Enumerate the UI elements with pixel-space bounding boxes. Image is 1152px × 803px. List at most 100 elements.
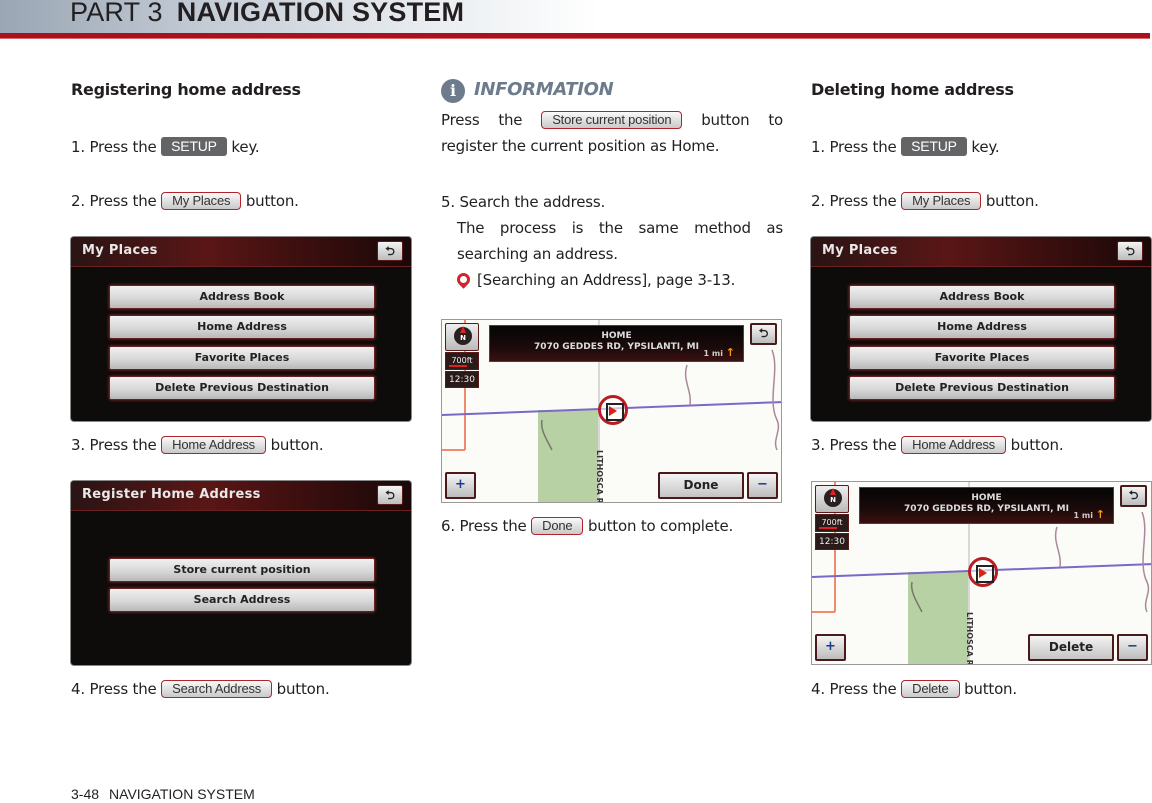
step-text: 1. Press the bbox=[811, 138, 902, 156]
step-3: 3. Press the Home Address button. bbox=[811, 435, 1064, 455]
step-3: 3. Press the Home Address button. bbox=[71, 435, 324, 455]
distance-value: 1 mi bbox=[703, 349, 723, 358]
delete-button[interactable]: Delete bbox=[1028, 634, 1114, 661]
step-2: 2. Press the My Places button. bbox=[811, 191, 1039, 211]
section-title: Deleting home address bbox=[811, 80, 1014, 99]
address-book-button[interactable]: Address Book bbox=[849, 285, 1115, 309]
favorite-places-button[interactable]: Favorite Places bbox=[109, 346, 375, 370]
step-6: 6. Press the Done button to complete. bbox=[441, 516, 733, 536]
delete-chip: Delete bbox=[901, 680, 960, 698]
page-header: PART 3 NAVIGATION SYSTEM bbox=[0, 0, 1152, 40]
back-icon[interactable]: ⮌ bbox=[377, 485, 403, 505]
zoom-in-button[interactable]: + bbox=[815, 634, 846, 661]
step-5-detail: The process is the same method as search… bbox=[457, 219, 783, 263]
address-book-button[interactable]: Address Book bbox=[109, 285, 375, 309]
screen-title: My Places bbox=[82, 243, 158, 258]
step-text: button. bbox=[1006, 436, 1064, 454]
step-1: 1. Press the SETUP key. bbox=[71, 137, 260, 157]
direction-arrow-icon: ↑ bbox=[1095, 508, 1105, 521]
compass-icon: N bbox=[454, 326, 472, 345]
back-icon[interactable]: ⮌ bbox=[750, 323, 777, 345]
step-text: 4. Press the bbox=[811, 680, 902, 698]
magnifier-minus-icon: − bbox=[1127, 639, 1138, 654]
my-places-screen: My Places ⮌ Address Book Home Address Fa… bbox=[71, 237, 411, 421]
destination-info-panel: HOME 7070 GEDDES RD, YPSILANTI, MI 1 mi … bbox=[489, 325, 744, 362]
road-trail bbox=[771, 349, 780, 451]
map-screen-done: N 700ft 12:30 HOME 7070 GEDDES RD, YPSIL… bbox=[441, 319, 782, 503]
home-address-chip: Home Address bbox=[161, 436, 266, 454]
info-heading: INFORMATION bbox=[474, 79, 614, 100]
step-4: 4. Press the Search Address button. bbox=[71, 679, 330, 699]
step-text: key. bbox=[966, 138, 1000, 156]
done-chip: Done bbox=[531, 517, 584, 535]
map-time: 12:30 bbox=[815, 533, 849, 550]
magnifier-plus-icon: + bbox=[455, 477, 466, 492]
step-text: button to complete. bbox=[583, 517, 734, 535]
back-icon[interactable]: ⮌ bbox=[1117, 241, 1143, 261]
info-text: Press the Store current position button … bbox=[441, 107, 783, 159]
zoom-in-button[interactable]: + bbox=[445, 472, 476, 499]
road-trail bbox=[1141, 511, 1150, 613]
store-current-position-chip: Store current position bbox=[541, 111, 683, 129]
map-cursor-icon bbox=[598, 395, 628, 425]
my-places-chip: My Places bbox=[161, 192, 242, 210]
zoom-out-button[interactable]: − bbox=[1117, 634, 1148, 661]
my-places-chip: My Places bbox=[901, 192, 982, 210]
step-text: 6. Press the bbox=[441, 517, 532, 535]
destination-info-panel: HOME 7070 GEDDES RD, YPSILANTI, MI 1 mi … bbox=[859, 487, 1114, 524]
step-text: button. bbox=[959, 680, 1017, 698]
page-number: 3-48 bbox=[71, 786, 100, 802]
zoom-out-button[interactable]: − bbox=[747, 472, 778, 499]
store-current-position-button[interactable]: Store current position bbox=[109, 558, 375, 582]
step-text: button. bbox=[272, 680, 330, 698]
chapter-title: NAVIGATION SYSTEM bbox=[176, 0, 465, 27]
home-address-button[interactable]: Home Address bbox=[849, 315, 1115, 339]
section-title: Registering home address bbox=[71, 80, 301, 99]
info-icon: i bbox=[441, 79, 465, 103]
park-area bbox=[908, 572, 968, 664]
step-text: 1. Press the bbox=[71, 138, 162, 156]
back-icon[interactable]: ⮌ bbox=[377, 241, 403, 261]
step-1: 1. Press the SETUP key. bbox=[811, 137, 1000, 157]
road-label: LITHOSCA R bbox=[965, 612, 974, 665]
favorite-places-button[interactable]: Favorite Places bbox=[849, 346, 1115, 370]
magnifier-plus-icon: + bbox=[825, 639, 836, 654]
step-text: button. bbox=[241, 192, 299, 210]
distance-readout: 1 mi ↑ bbox=[1074, 509, 1105, 521]
back-icon[interactable]: ⮌ bbox=[1120, 485, 1147, 507]
page-footer: 3-48 NAVIGATION SYSTEM bbox=[71, 786, 255, 802]
map-scale: 700ft bbox=[445, 352, 479, 370]
step-4: 4. Press the Delete button. bbox=[811, 679, 1017, 699]
home-address-button[interactable]: Home Address bbox=[109, 315, 375, 339]
step-text: 4. Press the bbox=[71, 680, 162, 698]
direction-arrow-icon: ↑ bbox=[725, 346, 735, 359]
step-2: 2. Press the My Places button. bbox=[71, 191, 299, 211]
map-screen-delete: N 700ft 12:30 HOME 7070 GEDDES RD, YPSIL… bbox=[811, 481, 1152, 665]
compass-button[interactable]: N bbox=[445, 323, 479, 351]
step-text: key. bbox=[226, 138, 260, 156]
step-text: button. bbox=[266, 436, 324, 454]
footer-section: NAVIGATION SYSTEM bbox=[109, 786, 255, 802]
screen-title: My Places bbox=[822, 243, 898, 258]
done-button[interactable]: Done bbox=[658, 472, 744, 499]
compass-icon: N bbox=[824, 488, 842, 507]
part-label: PART 3 bbox=[70, 0, 163, 27]
header-divider bbox=[0, 33, 1150, 39]
map-cursor-icon bbox=[968, 557, 998, 587]
delete-previous-destination-button[interactable]: Delete Previous Destination bbox=[849, 376, 1115, 400]
map-time: 12:30 bbox=[445, 371, 479, 388]
step-text: 3. Press the bbox=[811, 436, 902, 454]
register-home-address-screen: Register Home Address ⮌ Store current po… bbox=[71, 481, 411, 665]
info-text-pre: Press the bbox=[441, 111, 542, 129]
road-trail bbox=[684, 364, 691, 406]
park-area bbox=[538, 410, 598, 502]
reference-pin-icon bbox=[454, 270, 473, 289]
search-address-button[interactable]: Search Address bbox=[109, 588, 375, 612]
delete-previous-destination-button[interactable]: Delete Previous Destination bbox=[109, 376, 375, 400]
reference-link[interactable]: [Searching an Address], page 3-13. bbox=[477, 271, 735, 289]
road-trail bbox=[1054, 526, 1061, 568]
destination-label: HOME bbox=[971, 493, 1002, 503]
compass-button[interactable]: N bbox=[815, 485, 849, 513]
destination-label: HOME bbox=[601, 331, 632, 341]
page-title: PART 3 NAVIGATION SYSTEM bbox=[70, 0, 464, 28]
